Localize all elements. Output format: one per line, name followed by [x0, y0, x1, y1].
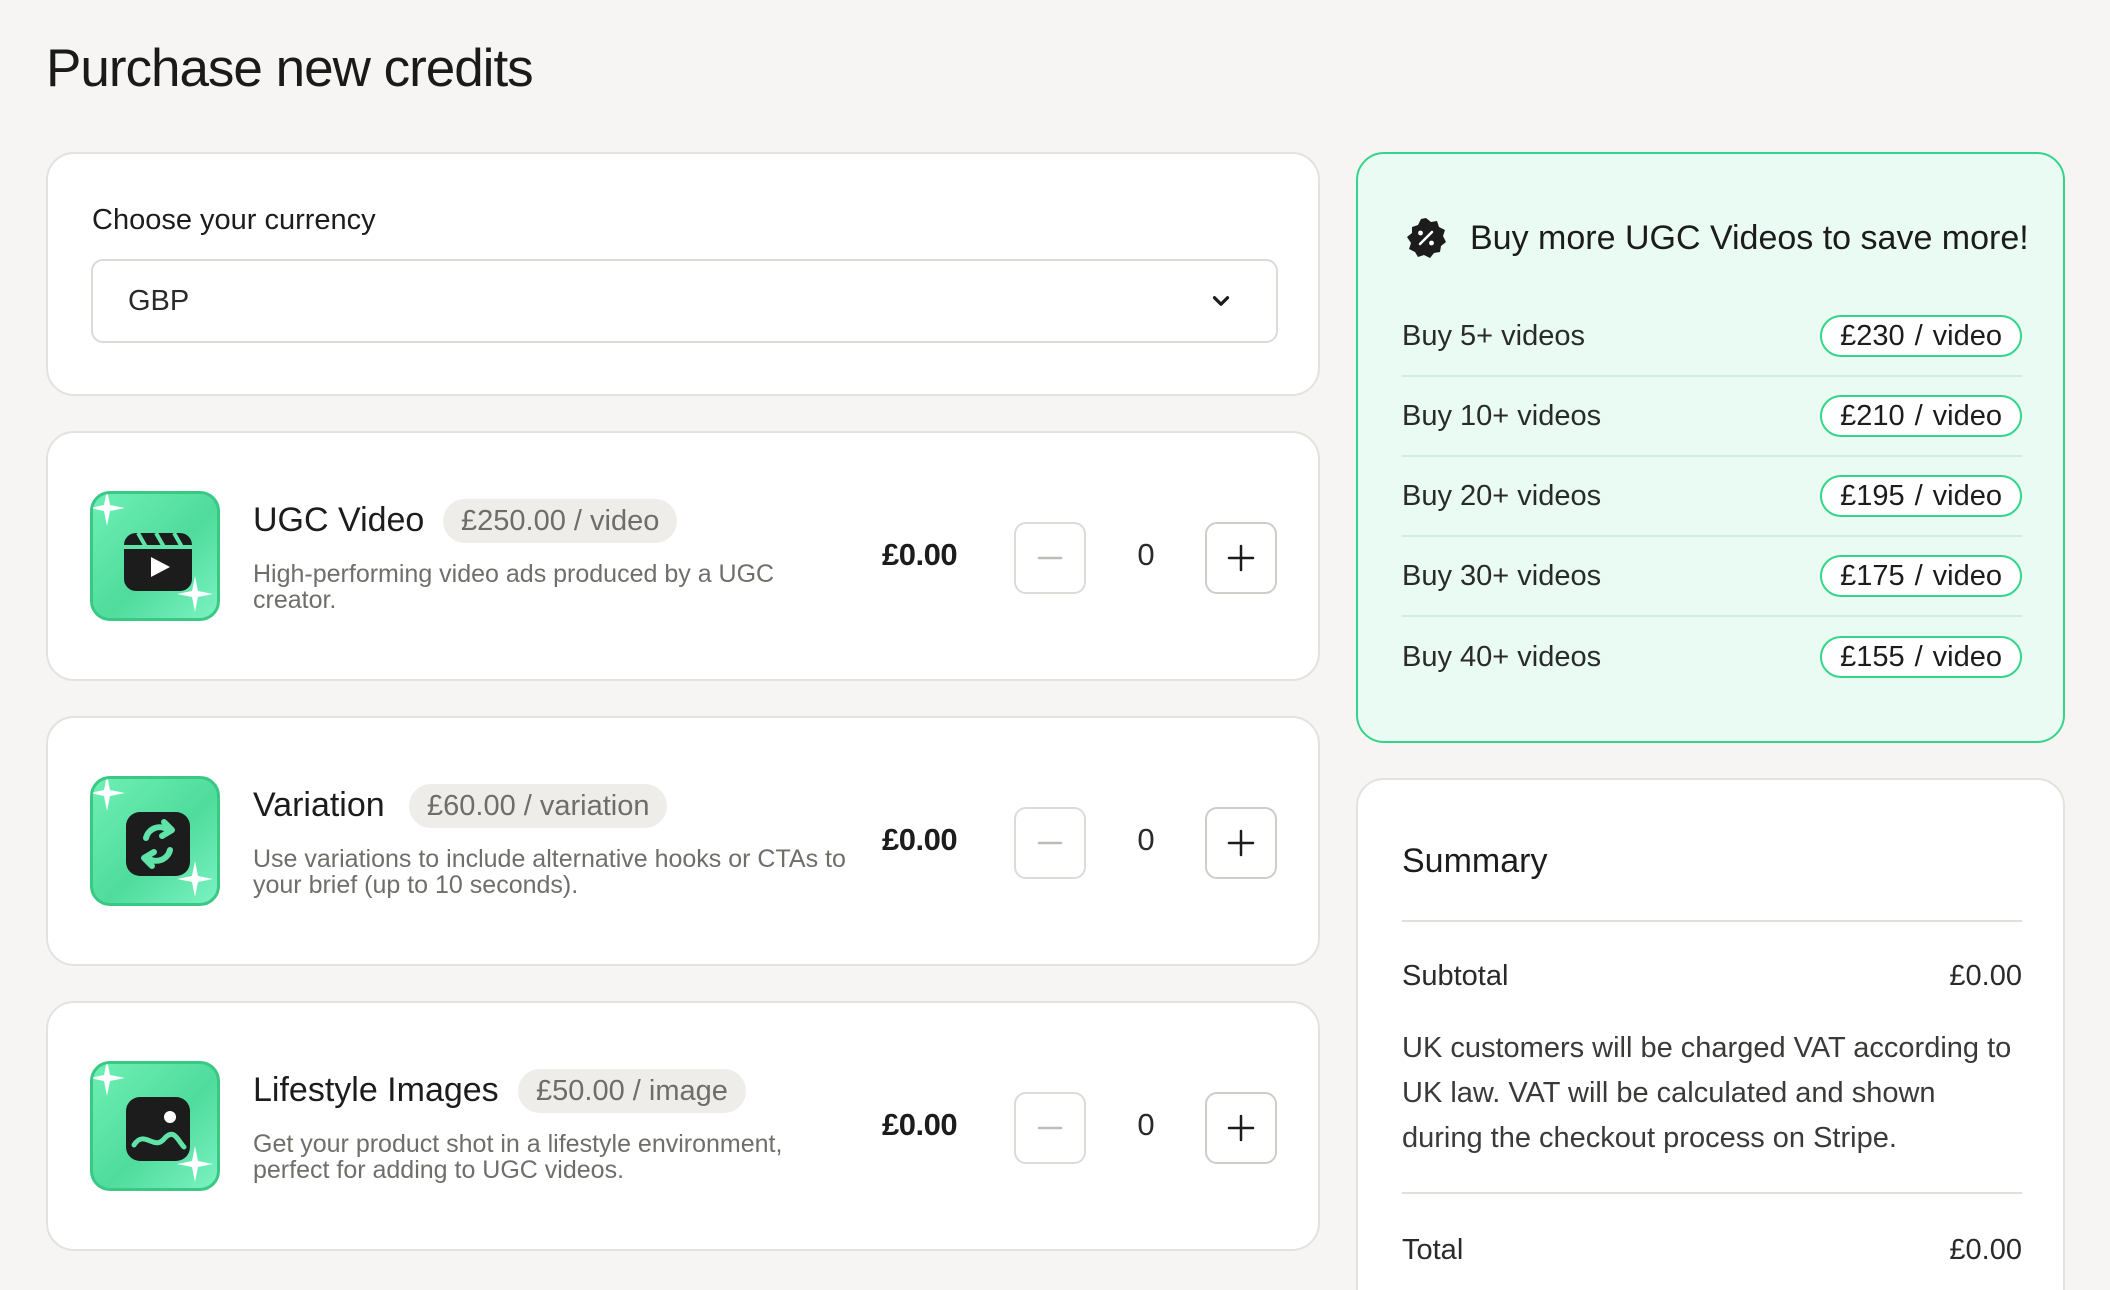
currency-selected-value: GBP — [128, 284, 190, 317]
tier-price-pill: £155 / video — [1820, 636, 2022, 678]
decrease-quantity-button[interactable] — [1014, 522, 1086, 594]
tier-label: Buy 20+ videos — [1402, 479, 1602, 512]
tier-label: Buy 40+ videos — [1402, 640, 1602, 673]
volume-discount-card: Buy more UGC Videos to save more! Buy 5+… — [1356, 152, 2065, 743]
tier-price: £195 — [1840, 479, 1905, 512]
total-value: £0.00 — [1949, 1234, 2022, 1266]
product-name: UGC Video — [253, 501, 425, 539]
product-total: £0.00 — [882, 537, 958, 572]
divider — [1402, 920, 2022, 922]
tier-price-pill: £175 / video — [1820, 555, 2022, 597]
plus-icon — [1227, 1114, 1255, 1142]
divider — [1402, 1192, 2022, 1194]
tier-unit: video — [1932, 479, 2002, 512]
minus-icon — [1037, 556, 1063, 560]
currency-label: Choose your currency — [92, 204, 376, 236]
tier-label: Buy 30+ videos — [1402, 559, 1602, 592]
purchase-credits-page: Purchase new credits Choose your currenc… — [0, 0, 2110, 1290]
product-card-ugc-video: UGC Video £250.00 / video High-performin… — [46, 431, 1320, 681]
tier-label: Buy 5+ videos — [1402, 319, 1585, 352]
tier-separator: / — [1914, 319, 1923, 352]
tier-price: £230 — [1840, 319, 1905, 352]
tier-separator: / — [1914, 479, 1923, 512]
tier-unit: video — [1932, 399, 2002, 432]
page-title: Purchase new credits — [46, 39, 534, 98]
product-icon-tile — [90, 491, 220, 621]
tier-price-pill: £195 / video — [1820, 475, 2022, 517]
tier-unit: video — [1932, 640, 2002, 673]
tier-unit: video — [1932, 559, 2002, 592]
plus-icon — [1227, 829, 1255, 857]
product-unit-price: £50.00 / image — [518, 1069, 746, 1113]
tier-price: £210 — [1840, 399, 1905, 432]
product-name: Lifestyle Images — [253, 1071, 499, 1109]
discount-tier-row: Buy 20+ videos £195 / video — [1402, 457, 2022, 537]
decrease-quantity-button[interactable] — [1014, 807, 1086, 879]
quantity-value: 0 — [1137, 537, 1155, 572]
tier-price-pill: £210 / video — [1820, 395, 2022, 437]
chevron-down-icon — [1212, 296, 1230, 306]
minus-icon — [1037, 841, 1063, 845]
tier-price-pill: £230 / video — [1820, 315, 2022, 357]
tier-separator: / — [1914, 559, 1923, 592]
discount-tier-row: Buy 30+ videos £175 / video — [1402, 537, 2022, 617]
discount-badge-icon — [1407, 218, 1446, 258]
tier-price: £155 — [1840, 640, 1905, 673]
increase-quantity-button[interactable] — [1205, 522, 1277, 594]
discount-tier-row: Buy 10+ videos £210 / video — [1402, 377, 2022, 457]
promo-title: Buy more UGC Videos to save more! — [1470, 218, 2029, 257]
decrease-quantity-button[interactable] — [1014, 1092, 1086, 1164]
product-card-variation: Variation £60.00 / variation Use variati… — [46, 716, 1320, 966]
total-row: Total £0.00 — [1402, 1234, 2022, 1267]
product-card-lifestyle-images: Lifestyle Images £50.00 / image Get your… — [46, 1001, 1320, 1251]
summary-title: Summary — [1402, 842, 1548, 880]
product-description: Get your product shot in a lifestyle env… — [253, 1130, 783, 1184]
sparkle-icon — [177, 576, 213, 612]
product-unit-price: £250.00 / video — [443, 499, 678, 543]
discount-tier-row: Buy 5+ videos £230 / video — [1402, 297, 2022, 377]
subtotal-row: Subtotal £0.00 — [1402, 960, 2022, 993]
tier-price: £175 — [1840, 559, 1905, 592]
plus-icon — [1227, 544, 1255, 572]
currency-card: Choose your currency GBP — [46, 152, 1320, 396]
tier-unit: video — [1932, 319, 2002, 352]
summary-card: Summary Subtotal £0.00 UK customers will… — [1356, 778, 2065, 1290]
product-description: Use variations to include alternative ho… — [253, 845, 846, 899]
minus-icon — [1037, 1126, 1063, 1130]
quantity-value: 0 — [1137, 1107, 1155, 1142]
product-total: £0.00 — [882, 822, 958, 857]
product-icon-tile — [90, 776, 220, 906]
tier-separator: / — [1914, 399, 1923, 432]
product-total: £0.00 — [882, 1107, 958, 1142]
promo-header: Buy more UGC Videos to save more! — [1404, 216, 2029, 260]
product-description: High-performing video ads produced by a … — [253, 560, 775, 614]
discount-tier-row: Buy 40+ videos £155 / video — [1402, 617, 2022, 697]
vat-note: UK customers will be charged VAT accordi… — [1402, 1032, 2012, 1154]
product-unit-price: £60.00 / variation — [409, 784, 668, 828]
tier-label: Buy 10+ videos — [1402, 399, 1602, 432]
product-icon-tile — [90, 1061, 220, 1191]
total-label: Total — [1402, 1234, 1464, 1266]
increase-quantity-button[interactable] — [1205, 1092, 1277, 1164]
subtotal-value: £0.00 — [1949, 960, 2022, 992]
sparkle-icon — [177, 1146, 213, 1182]
product-name: Variation — [253, 786, 385, 824]
subtotal-label: Subtotal — [1402, 960, 1509, 992]
currency-select[interactable]: GBP — [91, 259, 1278, 343]
increase-quantity-button[interactable] — [1205, 807, 1277, 879]
quantity-value: 0 — [1137, 822, 1155, 857]
sparkle-icon — [177, 861, 213, 897]
tier-separator: / — [1914, 640, 1923, 673]
